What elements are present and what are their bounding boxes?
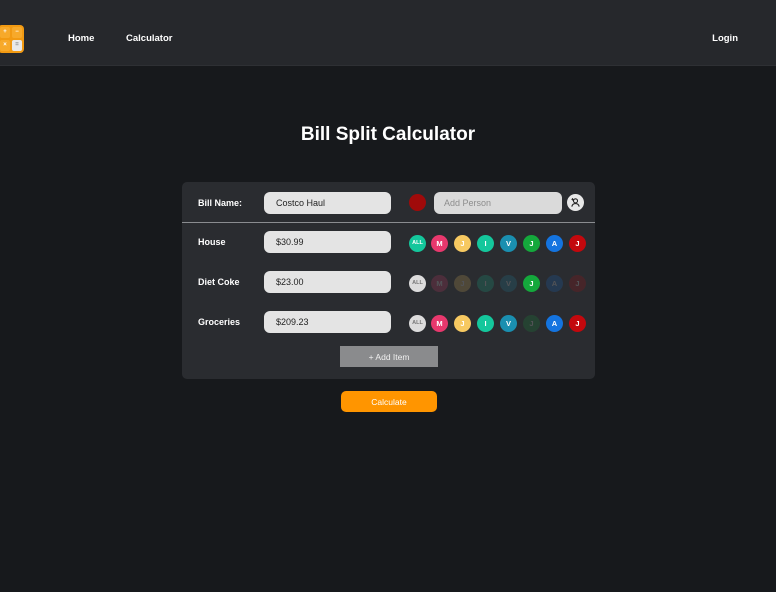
item-people-toggles: ALL M J I V J A J [409, 315, 589, 332]
bill-card: Bill Name: HouseALLMJIVJAJDiet CokeALLMJ… [182, 182, 595, 379]
item-price-input[interactable] [264, 311, 391, 333]
person-toggle[interactable]: I [477, 235, 494, 252]
person-toggle[interactable]: I [477, 275, 494, 292]
person-toggle[interactable]: M [431, 275, 448, 292]
card-divider [182, 222, 595, 223]
person-toggle[interactable]: J [569, 275, 586, 292]
person-toggle[interactable]: J [569, 315, 586, 332]
add-person-input[interactable] [434, 192, 562, 214]
person-toggle[interactable]: J [454, 315, 471, 332]
person-toggle[interactable]: A [546, 315, 563, 332]
page-title: Bill Split Calculator [300, 124, 476, 145]
nav-home-link[interactable]: Home [68, 33, 94, 44]
person-toggle[interactable]: A [546, 235, 563, 252]
item-name-label: Groceries [198, 317, 241, 327]
nav-login-link[interactable]: Login [712, 33, 738, 44]
bill-color-swatch[interactable] [409, 194, 426, 211]
person-toggle[interactable]: J [454, 235, 471, 252]
add-user-icon [571, 198, 580, 207]
person-toggle[interactable]: V [500, 235, 517, 252]
logo-equals: = [12, 40, 22, 51]
item-people-toggles: ALL M J I V J A J [409, 275, 589, 292]
item-price-input[interactable] [264, 231, 391, 253]
add-item-button[interactable]: + Add Item [340, 346, 438, 367]
navbar: + − × = Home Calculator Login [0, 0, 776, 66]
calculator-logo-icon[interactable]: + − × = [0, 25, 24, 53]
toggle-all-people[interactable]: ALL [409, 275, 426, 292]
person-toggle[interactable]: J [523, 235, 540, 252]
item-people-toggles: ALL M J I V J A J [409, 235, 589, 252]
item-name-label: Diet Coke [198, 277, 240, 287]
bill-name-label: Bill Name: [198, 198, 243, 208]
add-person-button[interactable] [567, 194, 584, 211]
person-toggle[interactable]: M [431, 235, 448, 252]
person-toggle[interactable]: J [523, 315, 540, 332]
item-name-label: House [198, 237, 226, 247]
person-toggle[interactable]: J [569, 235, 586, 252]
calculate-button[interactable]: Calculate [341, 391, 437, 412]
person-toggle[interactable]: V [500, 275, 517, 292]
person-toggle[interactable]: V [500, 315, 517, 332]
person-toggle[interactable]: M [431, 315, 448, 332]
logo-times: × [0, 40, 10, 51]
nav-calculator-link[interactable]: Calculator [126, 33, 172, 44]
logo-minus: − [12, 27, 22, 38]
bill-name-input[interactable] [264, 192, 391, 214]
person-toggle[interactable]: A [546, 275, 563, 292]
toggle-all-people[interactable]: ALL [409, 235, 426, 252]
logo-plus: + [0, 27, 10, 38]
person-toggle[interactable]: J [523, 275, 540, 292]
person-toggle[interactable]: I [477, 315, 494, 332]
item-price-input[interactable] [264, 271, 391, 293]
person-toggle[interactable]: J [454, 275, 471, 292]
toggle-all-people[interactable]: ALL [409, 315, 426, 332]
